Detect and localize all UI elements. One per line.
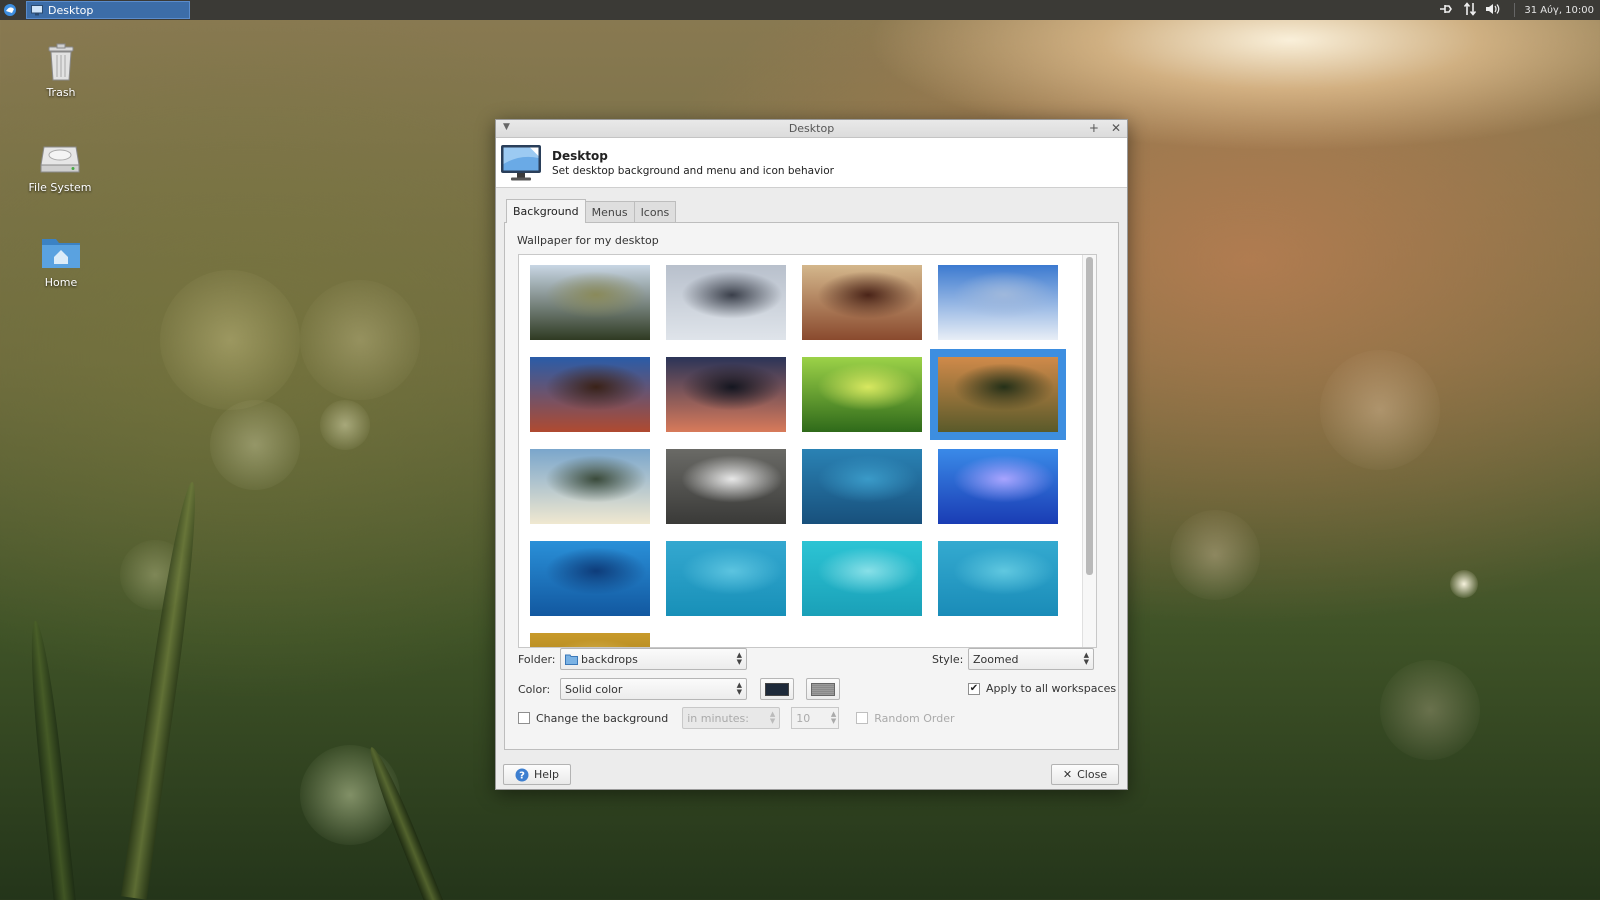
help-button[interactable]: ? Help xyxy=(503,764,571,785)
folder-combo[interactable]: backdrops ▲ ▼ xyxy=(560,648,747,670)
tab-icons[interactable]: Icons xyxy=(633,201,677,223)
folder-label: Folder: xyxy=(518,652,556,666)
wallpaper-section-label: Wallpaper for my desktop xyxy=(517,234,659,247)
header-subtitle: Set desktop background and menu and icon… xyxy=(552,164,834,177)
combo-arrows-icon: ▲ ▼ xyxy=(736,681,742,696)
style-combo[interactable]: Zoomed ▲ ▼ xyxy=(968,648,1094,670)
transfer-icon[interactable] xyxy=(1464,1,1477,19)
trash-icon xyxy=(39,42,83,82)
window-menu-icon[interactable]: ▼ xyxy=(503,122,510,132)
desktop-icon-label: Home xyxy=(44,276,78,289)
wallpaper-thumbnail[interactable] xyxy=(530,541,650,616)
wallpaper-thumbnail[interactable] xyxy=(666,357,786,432)
change-background-label: Change the background xyxy=(536,711,669,725)
close-button[interactable]: ✕ Close xyxy=(1051,764,1119,785)
interval-spinner[interactable]: 10 ▲ ▼ xyxy=(791,707,840,729)
interval-value: 10 xyxy=(796,711,811,725)
home-folder-icon xyxy=(39,232,83,272)
apply-all-label: Apply to all workspaces xyxy=(986,682,1117,695)
spinner-arrows-icon: ▲ ▼ xyxy=(830,710,837,725)
wallpaper-thumbnail[interactable] xyxy=(938,541,1058,616)
taskbar-button-label: Desktop xyxy=(48,3,94,17)
desktop-icon-filesystem[interactable]: File System xyxy=(28,137,92,194)
wallpaper-thumbnail[interactable] xyxy=(802,541,922,616)
close-icon[interactable]: ✕ xyxy=(1111,121,1121,135)
tab-background[interactable]: Background xyxy=(506,199,586,223)
color-mode-combo[interactable]: Solid color ▲ ▼ xyxy=(560,678,747,700)
style-label: Style: xyxy=(932,652,964,666)
desktop-icon-home[interactable]: Home xyxy=(29,232,93,289)
primary-color-swatch xyxy=(765,682,789,696)
drive-icon xyxy=(38,137,82,177)
background-tab-page: Wallpaper for my desktop Folder: backdro… xyxy=(504,222,1119,750)
window-titlebar[interactable]: ▼ Desktop + ✕ xyxy=(496,120,1127,138)
window-title: Desktop xyxy=(788,122,835,135)
secondary-color-swatch xyxy=(811,682,835,696)
wallpaper-thumbnail[interactable] xyxy=(530,449,650,524)
clock[interactable]: 31 Αύγ, 10:00 xyxy=(1524,5,1594,16)
folder-row: Folder: backdrops ▲ ▼ xyxy=(518,648,747,670)
wallpaper-thumbnail[interactable] xyxy=(802,357,922,432)
wallpaper-thumbnail[interactable] xyxy=(938,265,1058,340)
change-background-row: Change the background in minutes: ▲ ▼ 10 … xyxy=(518,707,955,729)
combo-arrows-icon: ▲ ▼ xyxy=(1083,651,1089,666)
top-panel: Desktop 31 Αύγ, 10:00 xyxy=(0,0,1600,20)
random-order-checkbox[interactable] xyxy=(856,712,869,724)
color-row: Color: Solid color ▲ ▼ xyxy=(518,678,840,700)
wallpaper-scrollbar[interactable] xyxy=(1082,255,1096,647)
primary-color-button[interactable] xyxy=(760,678,794,700)
wallpaper-thumbnail[interactable] xyxy=(530,265,650,340)
help-icon: ? xyxy=(515,768,529,781)
folder-icon xyxy=(565,654,578,665)
apply-all-row: ✔ Apply to all workspaces xyxy=(968,682,1116,695)
desktop-icon-label: Trash xyxy=(46,86,76,99)
wallpaper-thumbnail[interactable] xyxy=(802,449,922,524)
interval-unit-value: in minutes: xyxy=(687,711,749,725)
close-label: Close xyxy=(1077,768,1108,781)
scrollbar-thumb[interactable] xyxy=(1086,257,1093,575)
wallpaper-thumbnail[interactable] xyxy=(938,449,1058,524)
color-mode-value: Solid color xyxy=(565,682,623,696)
tab-menus[interactable]: Menus xyxy=(584,201,635,223)
apply-all-checkbox[interactable]: ✔ xyxy=(968,682,980,695)
interval-unit-combo[interactable]: in minutes: ▲ ▼ xyxy=(682,707,781,729)
color-label: Color: xyxy=(518,682,551,696)
help-label: Help xyxy=(533,768,560,781)
wallpaper-thumbnail[interactable] xyxy=(930,349,1066,440)
wallpaper-thumbnail[interactable] xyxy=(666,265,786,340)
volume-icon[interactable] xyxy=(1485,3,1501,18)
svg-text:?: ? xyxy=(519,770,525,781)
wallpaper-thumbnail[interactable] xyxy=(530,357,650,432)
wallpaper-thumbnail[interactable] xyxy=(802,265,922,340)
taskbar-button-desktop[interactable]: Desktop xyxy=(26,1,190,19)
secondary-color-button[interactable] xyxy=(806,678,840,700)
tray-separator xyxy=(1514,3,1516,17)
desktop-settings-dialog: ▼ Desktop + ✕ Desktop Set desktop backgr… xyxy=(495,119,1128,790)
tab-bar: Background Menus Icons xyxy=(506,199,677,223)
wallpaper-thumbnail[interactable] xyxy=(530,633,650,647)
monitor-icon xyxy=(31,4,43,15)
style-value: Zoomed xyxy=(973,652,1019,666)
maximize-icon[interactable]: + xyxy=(1089,121,1099,135)
style-row: Style: Zoomed ▲ ▼ xyxy=(932,648,1094,670)
desktop-monitor-icon xyxy=(501,144,541,180)
random-order-label: Random Order xyxy=(874,711,955,725)
desktop-icon-trash[interactable]: Trash xyxy=(29,42,93,99)
header-title: Desktop xyxy=(552,148,608,163)
change-background-checkbox[interactable] xyxy=(518,712,530,724)
desktop-icon-label: File System xyxy=(28,181,92,194)
wallpaper-icon-view[interactable] xyxy=(518,254,1097,648)
combo-arrows-icon: ▲ ▼ xyxy=(736,651,742,666)
close-x-icon: ✕ xyxy=(1062,768,1073,781)
wallpaper-thumbnail[interactable] xyxy=(666,541,786,616)
folder-value: backdrops xyxy=(581,652,638,666)
xfce-menu-icon[interactable] xyxy=(0,0,20,20)
combo-arrows-icon: ▲ ▼ xyxy=(769,710,776,725)
dialog-header: Desktop Set desktop background and menu … xyxy=(496,138,1127,188)
system-tray: 31 Αύγ, 10:00 xyxy=(1439,0,1594,20)
network-icon[interactable] xyxy=(1439,3,1455,18)
wallpaper-thumbnail[interactable] xyxy=(666,449,786,524)
